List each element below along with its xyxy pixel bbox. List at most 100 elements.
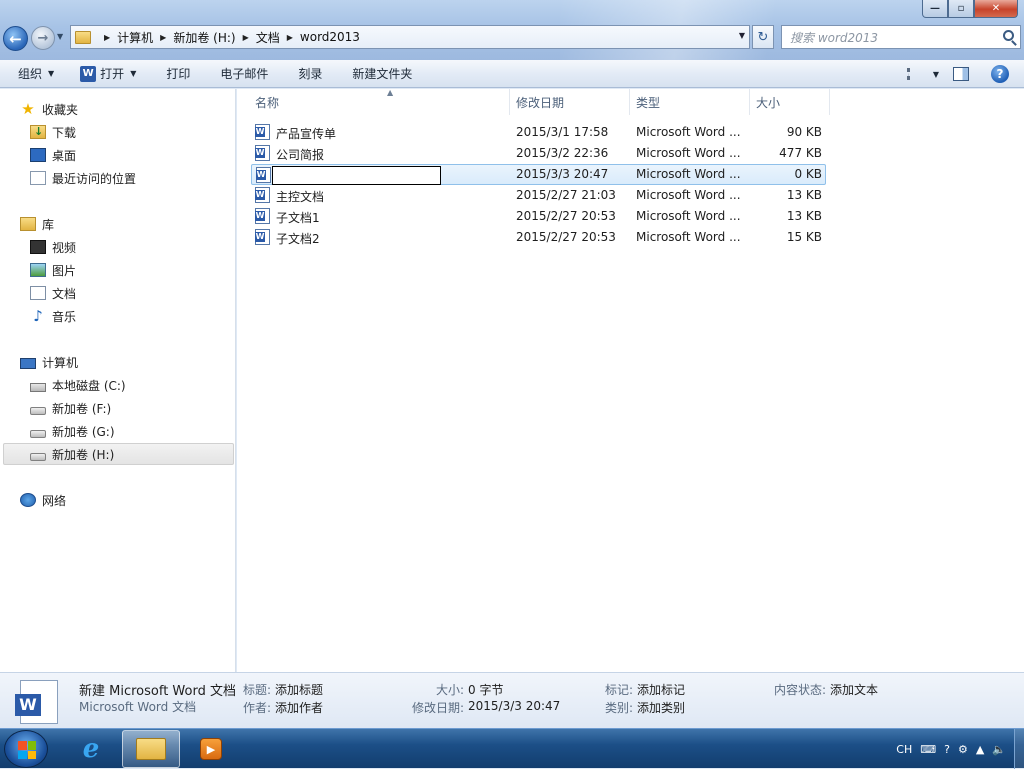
navigation-pane: ★收藏夹 下载 桌面 最近访问的位置 库 视频 图片 文档 ♪音乐 计算机 本地… — [0, 89, 236, 672]
chevron-down-icon[interactable]: ▼ — [933, 70, 939, 79]
sidebar-item-drive-f[interactable]: 新加卷 (F:) — [30, 398, 111, 418]
email-button[interactable]: 电子邮件 — [202, 60, 280, 88]
start-button[interactable] — [4, 730, 48, 768]
new-folder-button[interactable]: 新建文件夹 — [334, 60, 424, 88]
pictures-icon — [30, 263, 46, 277]
rename-input[interactable] — [272, 166, 441, 185]
sidebar-item-network[interactable]: 网络 — [20, 490, 66, 510]
column-header-name[interactable]: 名称 ▲ — [249, 88, 510, 115]
sidebar-item-computer[interactable]: 计算机 — [20, 352, 78, 372]
search-icon[interactable] — [1003, 30, 1014, 41]
open-button[interactable]: W 打开 ▼ — [66, 60, 148, 88]
sidebar-item-drive-h[interactable]: 新加卷 (H:) — [3, 443, 234, 465]
file-type: Microsoft Word ... — [636, 230, 741, 244]
sidebar-item-downloads[interactable]: 下载 — [30, 122, 76, 142]
sidebar-item-drive-g[interactable]: 新加卷 (G:) — [30, 421, 115, 441]
organize-button[interactable]: 组织 ▼ — [0, 60, 66, 88]
forward-button[interactable]: → — [31, 26, 55, 50]
file-size: 0 KB — [794, 167, 822, 181]
file-row[interactable]: 公司简报 2015/3/2 22:36 Microsoft Word ... 4… — [251, 143, 826, 164]
sidebar-item-favorites[interactable]: ★ 收藏夹 — [20, 99, 78, 119]
file-name: 公司简报 — [276, 148, 325, 162]
file-row[interactable]: 子文档2 2015/2/27 20:53 Microsoft Word ... … — [251, 227, 826, 248]
column-header-modified[interactable]: 修改日期 — [510, 89, 630, 115]
maximize-button[interactable]: ▫ — [948, 0, 974, 18]
network-icon — [20, 493, 36, 507]
file-name: 子文档2 — [276, 232, 320, 246]
address-bar[interactable]: ▶ 计算机 ▶ 新加卷 (H:) ▶ 文档 ▶ word2013 ▼ — [70, 25, 750, 49]
file-modified: 2015/2/27 20:53 — [516, 230, 616, 244]
file-size: 13 KB — [786, 188, 822, 202]
windows-logo-icon — [18, 741, 36, 759]
sidebar-item-libraries[interactable]: 库 — [20, 214, 54, 234]
back-button[interactable]: ← — [3, 26, 28, 51]
details-status-field[interactable]: 添加文本 — [830, 681, 878, 698]
chevron-down-icon[interactable]: ▼ — [739, 31, 745, 40]
details-title-field[interactable]: 添加标题 — [275, 681, 323, 698]
sidebar-item-pictures[interactable]: 图片 — [30, 260, 76, 280]
minimize-button[interactable]: — — [922, 0, 948, 18]
help-icon[interactable]: ? — [991, 65, 1009, 83]
library-icon — [20, 217, 36, 231]
taskbar-explorer[interactable] — [122, 730, 180, 768]
show-hidden-icons[interactable]: ▲ — [976, 743, 984, 756]
sidebar-item-desktop[interactable]: 桌面 — [30, 145, 76, 165]
chevron-down-icon[interactable]: ▼ — [130, 69, 136, 78]
volume-icon[interactable]: 🔈 — [992, 743, 1006, 756]
view-options-icon[interactable] — [906, 68, 923, 80]
ime-settings-icon[interactable]: ⚙ — [958, 743, 968, 756]
media-player-icon: ▶ — [200, 738, 222, 760]
breadcrumb-item[interactable]: 新加卷 (H:) — [173, 29, 235, 46]
breadcrumb-item[interactable]: word2013 — [300, 30, 360, 44]
taskbar-ie[interactable]: e — [62, 730, 120, 768]
sidebar-item-recent[interactable]: 最近访问的位置 — [30, 168, 136, 188]
sidebar-item-music[interactable]: ♪ 音乐 — [30, 306, 76, 326]
word-document-icon — [255, 124, 270, 140]
drive-icon — [30, 429, 46, 438]
system-tray: CH ⌨ ? ⚙ ▲ 🔈 — [896, 729, 1024, 769]
help-icon[interactable]: ? — [944, 743, 950, 756]
details-tags-field[interactable]: 添加标记 — [637, 681, 685, 698]
breadcrumb-item[interactable]: 计算机 — [117, 29, 153, 46]
word-document-icon — [255, 187, 270, 203]
breadcrumb-item[interactable]: 文档 — [256, 29, 280, 46]
details-category-field[interactable]: 添加类别 — [637, 699, 685, 716]
language-indicator[interactable]: CH — [896, 743, 912, 756]
word-document-icon — [255, 208, 270, 224]
column-header-size[interactable]: 大小 — [750, 89, 830, 115]
file-type: Microsoft Word ... — [636, 146, 741, 160]
file-size: 90 KB — [786, 125, 822, 139]
folder-icon — [75, 30, 91, 44]
keyboard-icon[interactable]: ⌨ — [920, 743, 936, 756]
sidebar-item-documents[interactable]: 文档 — [30, 283, 76, 303]
refresh-icon[interactable]: ↻ — [752, 25, 774, 49]
documents-icon — [30, 286, 46, 300]
drive-icon — [30, 406, 46, 415]
file-modified: 2015/3/3 20:47 — [516, 167, 609, 181]
preview-pane-icon[interactable] — [953, 67, 969, 81]
search-input[interactable]: 搜索 word2013 — [781, 25, 1021, 49]
details-author-field[interactable]: 添加作者 — [275, 699, 323, 716]
file-size: 477 KB — [779, 146, 822, 160]
caption-buttons: — ▫ ✕ — [922, 0, 1018, 18]
downloads-icon — [30, 125, 46, 139]
recent-pages-dropdown[interactable]: ▼ — [57, 32, 67, 42]
word-document-icon — [256, 167, 271, 183]
star-icon: ★ — [21, 100, 35, 118]
file-row[interactable]: 子文档1 2015/2/27 20:53 Microsoft Word ... … — [251, 206, 826, 227]
file-size: 15 KB — [786, 230, 822, 244]
file-row-selected[interactable]: 2015/3/3 20:47 Microsoft Word ... 0 KB — [251, 164, 826, 185]
taskbar-media-player[interactable]: ▶ — [182, 730, 240, 768]
file-row[interactable]: 产品宣传单 2015/3/1 17:58 Microsoft Word ... … — [251, 122, 826, 143]
sidebar-item-videos[interactable]: 视频 — [30, 237, 76, 257]
internet-explorer-icon: e — [82, 734, 100, 764]
close-button[interactable]: ✕ — [974, 0, 1018, 18]
sidebar-item-drive-c[interactable]: 本地磁盘 (C:) — [30, 375, 126, 395]
breadcrumb: ▶ 计算机 ▶ 新加卷 (H:) ▶ 文档 ▶ word2013 — [104, 29, 360, 46]
command-bar: 组织 ▼ W 打开 ▼ 打印 电子邮件 刻录 新建文件夹 ▼ ? — [0, 60, 1024, 88]
file-row[interactable]: 主控文档 2015/2/27 21:03 Microsoft Word ... … — [251, 185, 826, 206]
column-header-type[interactable]: 类型 — [630, 89, 750, 115]
show-desktop-button[interactable] — [1014, 729, 1024, 769]
burn-button[interactable]: 刻录 — [280, 60, 334, 88]
print-button[interactable]: 打印 — [148, 60, 202, 88]
